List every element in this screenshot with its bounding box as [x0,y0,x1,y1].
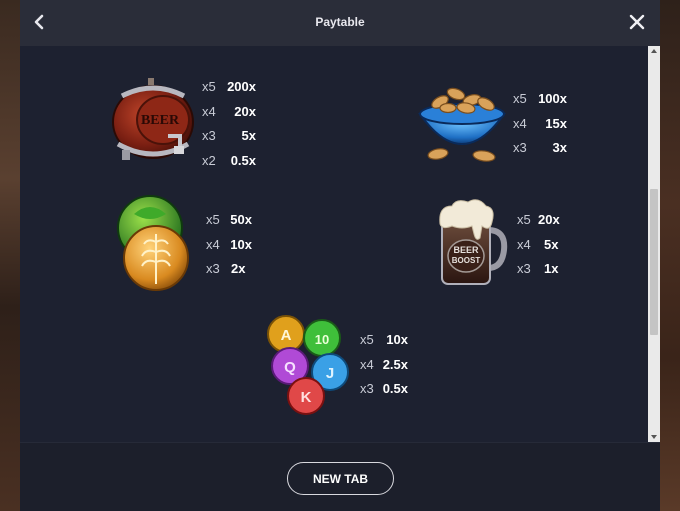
hops-wheat-pays: x5 50x x4 10x x3 2x [206,208,252,282]
modal-header: Paytable [20,0,660,46]
pay-row: x4 20x [202,103,256,119]
beer-barrel-pays: x5 200x x4 20x x3 5x x2 0.5x [202,75,256,173]
pay-row: x4 10x [206,236,252,252]
new-tab-button[interactable]: NEW TAB [287,462,394,495]
pay-row: x2 0.5x [202,152,256,168]
pay-row: x3 5x [202,128,256,143]
pay-row: x5 10x [360,332,408,347]
chevron-left-icon [34,14,44,30]
beer-mug-icon: BEER BOOST [432,196,508,290]
hops-wheat-icon [114,194,190,294]
game-background-left [0,0,20,511]
game-background-right [660,0,680,511]
mug-label-line1: BEER [453,245,479,255]
vertical-scrollbar[interactable] [648,46,660,442]
pay-row: x5 100x [513,91,567,106]
pay-row: x5 20x [517,212,560,227]
beer-mug-pays: x5 20x x4 5x x3 1x [517,208,563,282]
pay-row: x5 50x [206,212,252,227]
card-caps-pays: x5 10x x4 2.5x x3 0.5x [360,328,408,402]
modal-footer: NEW TAB [20,442,660,511]
mug-label-line2: BOOST [452,256,481,265]
peanut-bowl-pays: x5 100x x4 15x x3 3x [513,87,567,161]
pay-row: x3 3x [513,140,567,155]
close-icon [629,14,645,30]
pay-row: x3 2x [206,261,246,276]
paytable-content: BEER x5 200x x4 20x x3 5x x2 0.5x x5 100… [20,46,648,442]
pay-row: x3 0.5x [360,381,408,396]
page-title: Paytable [315,15,365,29]
back-button[interactable] [30,11,50,33]
cap-10-label: 10 [315,332,329,347]
cap-j-label: J [326,365,334,382]
pay-row: x3 1x [517,261,559,276]
pay-row: x4 2.5x [360,356,408,372]
scroll-down-arrow-icon[interactable] [651,435,657,439]
cap-a-label: A [281,327,292,344]
card-caps-icon: A 10 Q J K [262,314,356,416]
peanut-bowl-icon [416,78,508,166]
pay-row: x4 5x [517,236,559,252]
cap-k-label: K [301,389,312,406]
pay-row: x4 15x [513,115,567,131]
beer-barrel-icon: BEER [108,74,198,164]
close-button[interactable] [628,13,646,31]
cap-q-label: Q [284,359,296,376]
scroll-up-arrow-icon[interactable] [651,49,657,53]
scroll-thumb[interactable] [650,189,658,335]
paytable-modal: Paytable BEER x5 200x x4 20x x3 5x x2 0.… [20,0,660,511]
pay-row: x5 200x [202,79,256,94]
barrel-label: BEER [141,113,180,128]
